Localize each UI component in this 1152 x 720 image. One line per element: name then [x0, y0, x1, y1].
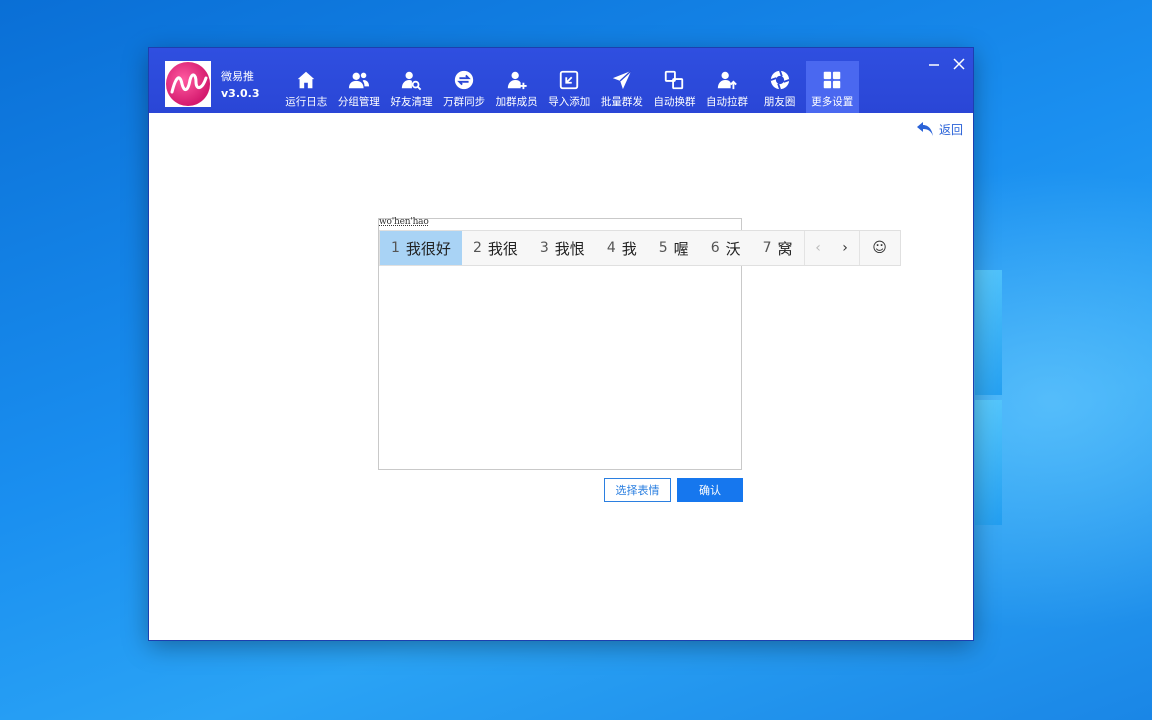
user-search-icon [402, 71, 422, 91]
candidate-number: 5 [658, 240, 668, 256]
smiley-icon: ☺ [872, 240, 887, 256]
nav-auto-pull-group[interactable]: 自动拉群 [701, 61, 754, 113]
ime-emoji-button[interactable]: ☺ [858, 231, 900, 265]
ime-pinyin-composition: wo'hen'hao [379, 217, 429, 227]
ime-prev-page-button[interactable]: ‹ [803, 231, 832, 265]
candidate-text: 我很好 [405, 239, 451, 258]
app-logo [165, 61, 211, 107]
nav-run-log[interactable]: 运行日志 [280, 61, 333, 113]
app-version: v3.0.3 [221, 87, 260, 100]
nav-label: 万群同步 [443, 96, 486, 108]
candidate-text: 窝 [777, 239, 793, 258]
nav-group-manage[interactable]: 分组管理 [333, 61, 386, 113]
back-arrow-icon [916, 122, 933, 136]
nav-label: 分组管理 [337, 96, 380, 108]
sync-icon [454, 70, 474, 90]
nav-moments[interactable]: 朋友圈 [753, 61, 806, 113]
nav-group-sync[interactable]: 万群同步 [438, 61, 491, 113]
nav-label: 自动拉群 [706, 96, 749, 108]
ime-candidate[interactable]: 6沃 [700, 231, 752, 265]
ime-candidate[interactable]: 1 我很好 [380, 231, 462, 265]
app-window: 微易推 v3.0.3 运行日志 分组管理 好友清理 万群同步 加群成员 导入添加… [149, 48, 973, 640]
chevron-right-icon: › [842, 240, 848, 256]
windows-logo-pane-top [975, 270, 1002, 395]
confirm-button[interactable]: 确认 [677, 478, 743, 502]
home-icon [298, 71, 315, 89]
ime-candidate[interactable]: 7窝 [752, 231, 804, 265]
candidate-text: 我很 [487, 239, 518, 258]
user-up-icon [717, 71, 737, 90]
main-nav: 运行日志 分组管理 好友清理 万群同步 加群成员 导入添加 批量群发 自动换群 … [280, 61, 859, 113]
back-button[interactable]: 返回 [915, 120, 963, 138]
nav-label: 运行日志 [285, 96, 328, 108]
chevron-left-icon: ‹ [815, 240, 821, 256]
ime-candidate[interactable]: 4我 [596, 231, 648, 265]
ime-candidate-bar: 1 我很好 2 我很 3 我恨 4我 5喔 6沃 7窝 ‹ › ☺ [379, 230, 901, 266]
back-label: 返回 [938, 122, 963, 137]
nav-add-group-members[interactable]: 加群成员 [490, 61, 543, 113]
candidate-number: 4 [606, 240, 616, 256]
nav-import-add[interactable]: 导入添加 [543, 61, 596, 113]
nav-label: 批量群发 [600, 96, 643, 108]
users-icon [348, 72, 369, 89]
candidate-number: 1 [391, 240, 400, 256]
ime-next-page-button[interactable]: › [832, 231, 859, 265]
nav-auto-switch-group[interactable]: 自动换群 [648, 61, 701, 113]
nav-label: 加群成员 [495, 96, 538, 108]
close-button[interactable] [949, 54, 969, 74]
ime-candidate[interactable]: 2 我很 [462, 231, 529, 265]
nav-label: 导入添加 [548, 96, 591, 108]
windows-logo-pane-bottom [975, 400, 1002, 525]
import-icon [560, 70, 579, 90]
nav-more-settings[interactable]: 更多设置 [805, 61, 859, 113]
aperture-icon [770, 70, 790, 90]
candidate-text: 我恨 [554, 239, 585, 258]
ime-candidate[interactable]: 5喔 [648, 231, 700, 265]
grid-icon [823, 71, 841, 89]
nav-label: 朋友圈 [763, 96, 796, 108]
candidate-text: 喔 [673, 239, 689, 258]
app-name: 微易推 [221, 70, 254, 83]
ime-candidate[interactable]: 3 我恨 [529, 231, 596, 265]
minimize-button[interactable] [924, 54, 944, 74]
candidate-number: 7 [762, 240, 772, 256]
choose-emoji-button[interactable]: 选择表情 [604, 478, 671, 502]
switch-icon [665, 70, 684, 90]
candidate-number: 6 [710, 240, 720, 256]
nav-label: 好友清理 [390, 96, 433, 108]
send-icon [612, 70, 632, 90]
nav-friend-clean[interactable]: 好友清理 [385, 61, 438, 113]
candidate-text: 我 [621, 239, 637, 258]
nav-label: 自动换群 [653, 96, 696, 108]
title-bar: 微易推 v3.0.3 运行日志 分组管理 好友清理 万群同步 加群成员 导入添加… [149, 48, 973, 113]
user-add-icon [507, 71, 527, 90]
candidate-number: 2 [472, 240, 482, 256]
candidate-number: 3 [539, 240, 549, 256]
logo-mark-icon [166, 62, 210, 106]
close-icon [953, 58, 965, 70]
candidate-text: 沃 [725, 239, 741, 258]
nav-label: 更多设置 [811, 96, 854, 108]
nav-bulk-send[interactable]: 批量群发 [596, 61, 649, 113]
minimize-icon [929, 64, 939, 66]
